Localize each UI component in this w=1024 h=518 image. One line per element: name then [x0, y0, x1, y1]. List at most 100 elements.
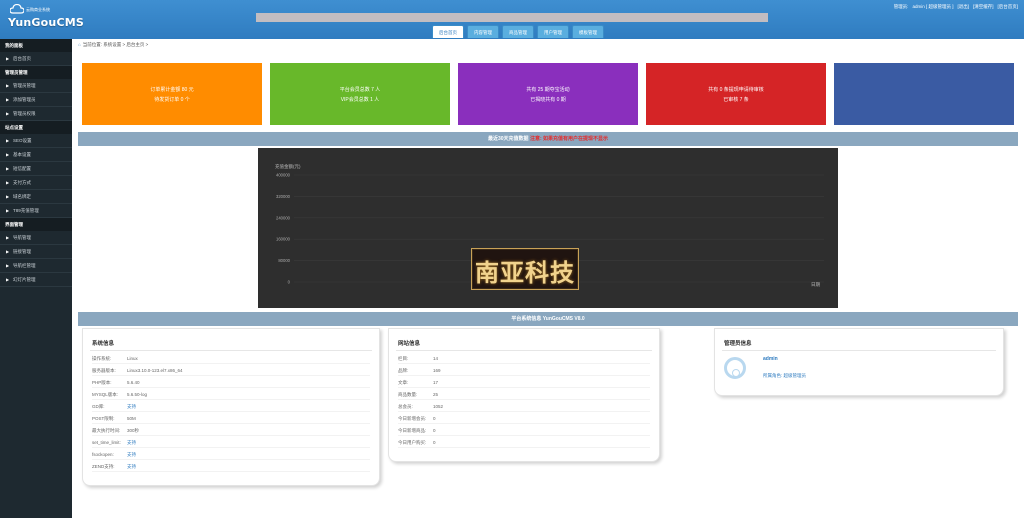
stat-card-line: VIP会员总数 1 人: [340, 96, 380, 103]
sidebar-item-recharge[interactable]: ▶ T89充值管理: [0, 204, 72, 218]
top-header: 云购商业系统 YunGouCMS 管理员: admin [ 超级管理员 ] [退…: [0, 0, 1024, 39]
info-value: 169: [433, 368, 441, 373]
info-value: Linux3.10.0-123.el7.x86_64: [127, 368, 183, 373]
admin-label: 管理员:: [893, 4, 909, 9]
watermark-logo: 南亚科技: [471, 248, 579, 290]
sidebar-group-title: 管理员管理: [0, 66, 72, 79]
stat-card-members[interactable]: 平台会员总数 7 人 VIP会员总数 1 人: [270, 63, 450, 125]
info-value: 50M: [127, 416, 136, 421]
info-key: 今日用户购买:: [398, 440, 427, 445]
stat-card-line: 共有 0 条提现申请待审核: [708, 86, 764, 93]
chevron-right-icon: ▶: [6, 111, 10, 116]
info-row: 商品数量: 25: [398, 390, 650, 400]
info-row: 今日用户购买: 0: [398, 438, 650, 448]
sidebar-item-payment[interactable]: ▶ 支付方式: [0, 176, 72, 190]
clear-cache-link[interactable]: [清空缓存]: [973, 4, 994, 10]
chevron-right-icon: ▶: [6, 83, 10, 88]
sidebar-item-sms[interactable]: ▶ 短信配置: [0, 162, 72, 176]
sidebar-item-slides[interactable]: ▶ 幻灯片管理: [0, 273, 72, 287]
role-label: 所属角色:: [763, 373, 783, 378]
header-user-links: 管理员: admin [ 超级管理员 ] [退出] [清空缓存] [后台首页]: [894, 4, 1018, 10]
stat-card-line: 待发货订单 0 个: [154, 96, 190, 103]
system-info-panel: 系统信息 操作系统: Linux 服务器版本: Linux3.10.0-123.el…: [82, 328, 380, 486]
stat-card-withdrawals[interactable]: 共有 0 条提现申请待审核 已审核 7 条: [646, 63, 826, 125]
tab-content[interactable]: 内容管理: [467, 25, 499, 38]
sidebar-group-title: 界面管理: [0, 218, 72, 231]
stat-card-blank[interactable]: [834, 63, 1014, 125]
info-value: 1052: [433, 404, 444, 409]
info-key: 今日新增会员:: [398, 416, 427, 421]
chevron-right-icon: ▶: [6, 56, 10, 61]
stat-card-line: 平台会员总数 7 人: [339, 86, 381, 93]
divider: [722, 350, 996, 351]
header-banner-strip: [256, 13, 768, 22]
info-value-link[interactable]: 支持: [127, 464, 136, 469]
chevron-right-icon: ▶: [6, 263, 10, 268]
panel-title: 系统信息: [92, 341, 115, 347]
info-value-link[interactable]: 支持: [127, 404, 136, 409]
info-key: MYSQL版本:: [92, 392, 119, 397]
site-info-panel: 网站信息 栏目: 14 品牌: 169 文章: 17 商品数量: 25 总会员: 1052…: [388, 328, 660, 462]
watermark-text: 南亚科技: [475, 258, 575, 287]
sidebar-item-label: 短信配置: [13, 166, 31, 171]
info-key: 今日新增商品:: [398, 428, 427, 433]
sidebar-item-label: 管理员权限: [13, 111, 36, 116]
platform-info-bar: 平台系统信息 YunGouCMS V8.0: [78, 312, 1018, 326]
info-value: 14: [433, 356, 439, 361]
tab-home[interactable]: 后台首页: [432, 25, 464, 38]
sidebar-group-title: 我的面板: [0, 39, 72, 52]
sidebar-item-label: 域名绑定: [13, 194, 31, 199]
info-key: 操作系统:: [92, 356, 112, 361]
sidebar-item-seo[interactable]: ▶ SEO设置: [0, 134, 72, 148]
sidebar-item-basic-settings[interactable]: ▶ 基本设置: [0, 148, 72, 162]
stat-card-activities[interactable]: 共有 25 期夺宝活动 已揭晓共有 0 期: [458, 63, 638, 125]
sidebar-item-admin-permissions[interactable]: ▶ 管理员权限: [0, 107, 72, 121]
breadcrumb: ⌂ 当前位置: 系统设置 > 后台主页 >: [78, 42, 148, 48]
info-row: PHP版本: 5.6.40: [92, 378, 370, 388]
sidebar-item-home[interactable]: ▶ 后台首页: [0, 52, 72, 66]
info-row: 栏目: 14: [398, 354, 650, 364]
divider: [90, 350, 372, 351]
info-value: 0: [433, 416, 436, 421]
chevron-right-icon: ▶: [6, 277, 10, 282]
logout-link[interactable]: [退出]: [957, 4, 969, 10]
logo-brand: YunGouCMS: [8, 16, 84, 29]
sidebar-item-label: 导航栏管理: [13, 263, 36, 268]
sidebar-item-label: 基本设置: [13, 152, 31, 157]
sidebar-item-add-admin[interactable]: ▶ 添加管理员: [0, 93, 72, 107]
tab-templates[interactable]: 模板管理: [572, 25, 604, 38]
admin-name-link[interactable]: admin: [763, 356, 778, 362]
info-row: POST限制: 50M: [92, 414, 370, 424]
sidebar: 我的面板 ▶ 后台首页 管理员管理 ▶ 管理员管理 ▶ 添加管理员 ▶ 管理员权限 站点…: [0, 39, 72, 518]
info-key: POST限制:: [92, 416, 115, 421]
sidebar-item-label: 添加管理员: [13, 97, 36, 102]
x-axis-label: 日期: [811, 282, 820, 288]
info-value-link[interactable]: 支持: [127, 440, 136, 445]
sidebar-item-links[interactable]: ▶ 链接管理: [0, 245, 72, 259]
role-value: 超级管理员: [783, 373, 807, 378]
info-row: fsockopen: 支持: [92, 450, 370, 460]
top-nav: 后台首页 内容管理 商品管理 用户管理 模板管理: [432, 25, 604, 38]
cloud-logo-icon: [10, 4, 24, 14]
info-key: set_time_limit:: [92, 440, 121, 445]
tab-users[interactable]: 用户管理: [537, 25, 569, 38]
sidebar-item-navbar[interactable]: ▶ 导航栏管理: [0, 259, 72, 273]
sidebar-item-admin-manage[interactable]: ▶ 管理员管理: [0, 79, 72, 93]
info-row: MYSQL版本: 5.6.50-log: [92, 390, 370, 400]
admin-account: admin [ 超级管理员 ]: [912, 4, 954, 9]
home-icon[interactable]: ⌂: [78, 42, 81, 47]
sidebar-item-nav[interactable]: ▶ 导航管理: [0, 231, 72, 245]
logo[interactable]: 云购商业系统 YunGouCMS: [4, 3, 84, 35]
info-row: set_time_limit: 支持: [92, 438, 370, 448]
stat-card-orders[interactable]: 订单累计金额 80 元 待发货订单 0 个: [82, 63, 262, 125]
sidebar-item-label: 导航管理: [13, 235, 31, 240]
chevron-right-icon: ▶: [6, 152, 10, 157]
info-row: 文章: 17: [398, 378, 650, 388]
info-value-link[interactable]: 支持: [127, 452, 136, 457]
sidebar-item-domain[interactable]: ▶ 域名绑定: [0, 190, 72, 204]
info-row: 今日新增商品: 0: [398, 426, 650, 436]
admin-home-link[interactable]: [后台首页]: [997, 4, 1018, 10]
admin-info-panel: 管理员信息 admin 所属角色: 超级管理员: [714, 328, 1004, 396]
panel-title: 管理员信息: [724, 341, 752, 347]
tab-goods[interactable]: 商品管理: [502, 25, 534, 38]
